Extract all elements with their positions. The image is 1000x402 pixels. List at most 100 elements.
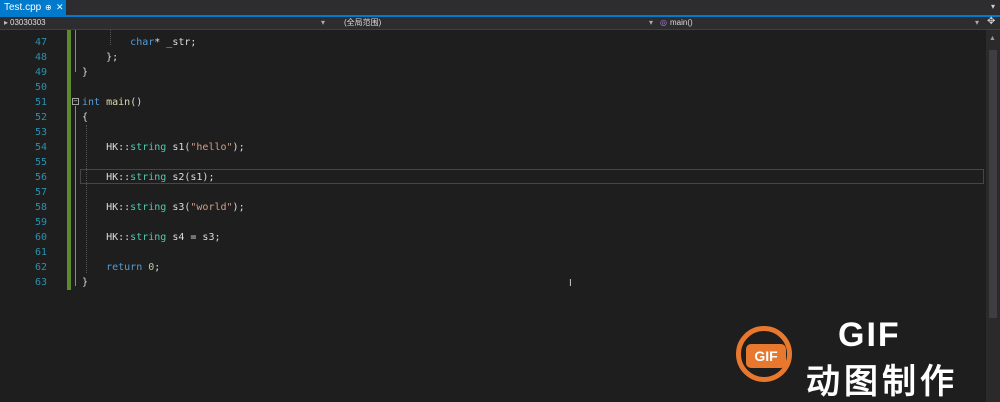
scroll-up-arrow-icon[interactable]: ▲ xyxy=(989,35,996,42)
ide-window: Test.cpp ⊕ ✕ ▾ ▸ 03030303 ▾ (全局范围) ▾ ◎ mai… xyxy=(0,0,1000,402)
code-text: { xyxy=(82,110,88,125)
code-text: HK::string s3("world"); xyxy=(82,200,245,215)
code-line[interactable]: 48 }; xyxy=(0,50,986,65)
code-line[interactable]: 49} xyxy=(0,65,986,80)
function-icon: ◎ xyxy=(660,18,667,27)
scrollbar-thumb[interactable] xyxy=(989,50,997,318)
code-token: s4 = s3; xyxy=(166,232,221,243)
code-token: HK:: xyxy=(82,142,131,153)
code-text: HK::string s4 = s3; xyxy=(82,230,220,245)
code-line[interactable]: 59 xyxy=(0,215,986,230)
code-line[interactable]: 61 xyxy=(0,245,986,260)
code-token: ); xyxy=(232,142,245,153)
line-number: 63 xyxy=(34,277,47,288)
gif-watermark: GIF GIF 动图制作 xyxy=(730,316,1000,402)
code-token: ; xyxy=(154,262,161,273)
code-line[interactable]: 51 int main() xyxy=(0,95,986,110)
function-dropdown[interactable]: ◎ main() xyxy=(660,17,693,29)
code-token: string xyxy=(130,202,167,213)
watermark-subtitle: 动图制作 xyxy=(806,363,958,401)
line-number: 56 xyxy=(34,172,47,183)
code-token: "hello" xyxy=(190,142,233,153)
code-text: HK::string s1("hello"); xyxy=(82,140,245,155)
code-token: } xyxy=(82,67,89,78)
code-line[interactable]: 58 HK::string s3("world"); xyxy=(0,200,986,215)
line-number: 54 xyxy=(34,142,47,153)
code-line[interactable]: 53 xyxy=(0,125,986,140)
scope-dropdown-arrow-icon[interactable]: ▾ xyxy=(649,17,653,29)
line-number: 47 xyxy=(34,37,47,48)
code-line[interactable]: 60 HK::string s4 = s3; xyxy=(0,230,986,245)
code-token: "world" xyxy=(190,202,233,213)
line-number: 58 xyxy=(34,202,47,213)
code-token: s3( xyxy=(166,202,191,213)
code-line[interactable]: 50 xyxy=(0,80,986,95)
code-token: { xyxy=(82,112,89,123)
code-token: return xyxy=(106,262,143,273)
line-number: 52 xyxy=(34,112,47,123)
code-text: } xyxy=(82,275,88,290)
code-text: return 0; xyxy=(82,260,160,275)
line-number: 62 xyxy=(34,262,47,273)
code-text: char* _str; xyxy=(82,35,196,50)
function-dropdown-arrow-icon[interactable]: ▾ xyxy=(975,17,979,29)
watermark-title: GIF xyxy=(838,316,901,354)
code-token: }; xyxy=(82,52,119,63)
line-number: 57 xyxy=(34,187,47,198)
code-text: }; xyxy=(82,50,118,65)
line-number: 48 xyxy=(34,52,47,63)
code-line[interactable]: 52 { xyxy=(0,110,986,125)
code-token: string xyxy=(130,142,167,153)
project-dropdown-arrow-icon[interactable]: ▾ xyxy=(321,17,325,29)
code-token: char xyxy=(130,37,155,48)
code-token: string xyxy=(130,232,167,243)
code-token: string xyxy=(130,172,167,183)
line-number: 49 xyxy=(34,67,47,78)
code-text: int main() xyxy=(82,95,142,110)
code-token: ); xyxy=(232,202,245,213)
line-number: 55 xyxy=(34,157,47,168)
line-number: 53 xyxy=(34,127,47,138)
document-tab-strip: Test.cpp ⊕ ✕ ▾ xyxy=(0,0,1000,17)
code-token: s1( xyxy=(166,142,191,153)
line-number: 60 xyxy=(34,232,47,243)
code-token: } xyxy=(82,277,89,288)
line-number: 59 xyxy=(34,217,47,228)
code-line[interactable]: 55 xyxy=(0,155,986,170)
code-token: () xyxy=(130,97,143,108)
project-label: 03030303 xyxy=(10,18,46,27)
code-line[interactable]: 47 char* _str; xyxy=(0,35,986,50)
code-text: HK::string s2(s1); xyxy=(82,170,214,185)
code-token: main xyxy=(106,97,131,108)
tab-label: Test.cpp xyxy=(4,2,42,13)
line-number: 61 xyxy=(34,247,47,258)
code-token: s2(s1); xyxy=(166,172,215,183)
watermark-badge: GIF xyxy=(746,344,786,368)
line-number: 51 xyxy=(34,97,47,108)
line-number: 50 xyxy=(34,82,47,93)
close-icon[interactable]: ✕ xyxy=(56,0,64,15)
code-token: HK:: xyxy=(82,172,131,183)
pin-icon[interactable]: ⊕ xyxy=(45,0,52,15)
code-token: HK:: xyxy=(82,232,131,243)
code-text: } xyxy=(82,65,88,80)
tab-test-cpp[interactable]: Test.cpp ⊕ ✕ xyxy=(0,0,66,15)
code-token: HK:: xyxy=(82,202,131,213)
code-line[interactable]: 63} xyxy=(0,275,986,290)
project-icon: ▸ xyxy=(4,18,9,27)
code-line[interactable]: 57 xyxy=(0,185,986,200)
split-editor-icon[interactable]: ✥ xyxy=(987,16,995,28)
mouse-ibeam-cursor-icon: I xyxy=(569,278,572,289)
code-token: int xyxy=(82,97,101,108)
function-label: main() xyxy=(669,18,693,27)
code-token: * _str; xyxy=(154,37,197,48)
navigation-bar: ▸ 03030303 ▾ (全局范围) ▾ ◎ main() ▾ ✥ xyxy=(0,16,1000,30)
project-dropdown[interactable]: ▸ 03030303 xyxy=(4,17,46,29)
code-line[interactable]: 54 HK::string s1("hello"); xyxy=(0,140,986,155)
code-line[interactable]: 56 HK::string s2(s1); xyxy=(0,170,986,185)
tab-overflow-dropdown-icon[interactable]: ▾ xyxy=(991,1,995,13)
scope-dropdown[interactable]: (全局范围) xyxy=(344,17,381,29)
code-line[interactable]: 62 return 0; xyxy=(0,260,986,275)
